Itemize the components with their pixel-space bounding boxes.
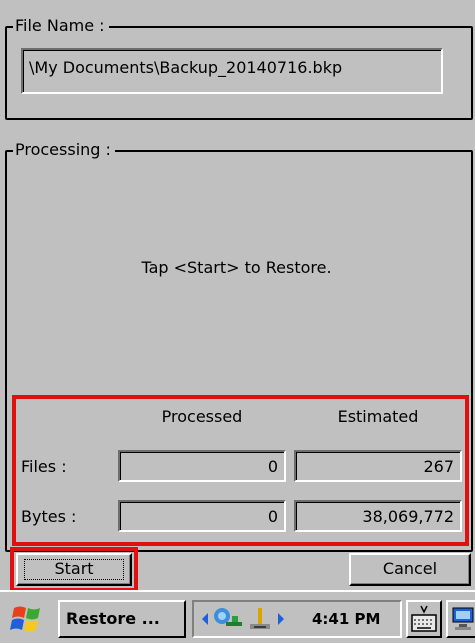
estimated-column-header: Estimated [337,407,419,426]
file-path-field[interactable]: \My Documents\Backup_20140716.bkp [21,48,443,94]
start-button-label: Start [54,559,94,578]
desktop-icon [452,607,474,630]
desktop-button[interactable] [446,600,475,638]
bytes-estimated-field: 38,069,772 [294,500,462,532]
keyboard-button[interactable] [406,600,442,638]
network-icon[interactable] [212,606,244,632]
files-estimated-field: 267 [294,450,462,482]
cancel-button-label: Cancel [382,559,438,578]
taskbar: Restore ... 4:41 PM [0,590,475,643]
restore-task-button[interactable]: Restore ... [58,600,186,638]
system-tray: 4:41 PM [192,600,402,638]
files-processed-field: 0 [118,450,286,482]
bytes-processed-field: 0 [118,500,286,532]
files-row-label: Files : [21,457,67,476]
arrow-left-icon[interactable] [200,612,210,626]
restore-dialog: File Name : \My Documents\Backup_2014071… [0,0,475,643]
processing-group-title: Processing : [13,139,115,161]
arrow-right-icon[interactable] [276,612,286,626]
status-message: Tap <Start> to Restore. [141,258,332,277]
cancel-button[interactable]: Cancel [349,553,471,586]
windows-flag-icon[interactable] [10,604,46,634]
processing-group: Processing : [5,139,473,552]
processed-column-header: Processed [161,407,243,426]
file-name-group-title: File Name : [13,15,109,37]
usb-icon[interactable] [248,606,272,632]
clock[interactable]: 4:41 PM [312,602,380,636]
start-button[interactable]: Start [16,553,132,586]
keyboard-icon [411,605,437,632]
bytes-row-label: Bytes : [21,507,77,526]
